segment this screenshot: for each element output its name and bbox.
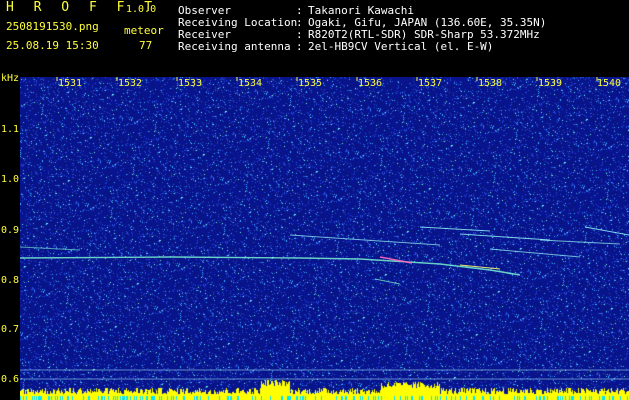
meteor-count-label: meteor xyxy=(124,24,164,37)
carrier-trace xyxy=(20,256,521,276)
y-axis xyxy=(0,72,20,400)
grid-lines xyxy=(20,369,629,380)
y-tick-label: 0.7 xyxy=(1,324,20,335)
meteor-traces xyxy=(20,226,629,285)
info-antenna-sep: : xyxy=(296,40,303,53)
info-antenna-label: Receiving antenna xyxy=(178,40,291,53)
meteor-echo-trace xyxy=(584,226,629,236)
x-tick-label: 1534 xyxy=(238,78,263,89)
x-tick-label: 1540 xyxy=(597,78,622,89)
y-tick-label: 0.6 xyxy=(1,374,20,385)
y-tick-label: 1.0 xyxy=(1,174,20,185)
x-tick-label: 1539 xyxy=(538,78,563,89)
meteor-count-value: 77 xyxy=(139,39,153,52)
app-version: 1.0.0 xyxy=(126,4,157,15)
y-tick-label: 0.8 xyxy=(1,275,20,286)
meteor-echo-trace xyxy=(459,233,551,241)
x-tick-label: 1533 xyxy=(178,78,203,89)
meteor-echo-trace xyxy=(539,239,621,245)
meteor-echo-trace xyxy=(419,226,491,232)
x-tick-label: 1531 xyxy=(58,78,83,89)
x-tick-label: 1536 xyxy=(358,78,383,89)
y-tick-label: 1.1 xyxy=(1,124,20,135)
x-tick-label: 1537 xyxy=(418,78,443,89)
y-tick-label: 0.9 xyxy=(1,225,20,236)
y-axis-unit: kHz xyxy=(1,73,20,84)
file-name: 2508191530.png xyxy=(6,20,99,33)
meteor-echo-trace xyxy=(374,278,401,285)
x-tick-label: 1538 xyxy=(478,78,503,89)
spectrogram-display xyxy=(20,77,629,400)
meteor-echo-trace xyxy=(20,246,81,251)
meteor-echo-trace xyxy=(289,234,441,246)
x-tick-label: 1532 xyxy=(118,78,143,89)
header-panel: H R O F F T 1.0.0 2508191530.png 25.08.1… xyxy=(0,0,629,72)
meteor-echo-trace xyxy=(489,248,581,258)
date-time: 25.08.19 15:30 xyxy=(6,39,99,52)
info-antenna-value: 2el-HB9CV Vertical (el. E-W) xyxy=(308,40,494,53)
spectrogram-overlay xyxy=(20,77,629,380)
x-tick-label: 1535 xyxy=(298,78,323,89)
